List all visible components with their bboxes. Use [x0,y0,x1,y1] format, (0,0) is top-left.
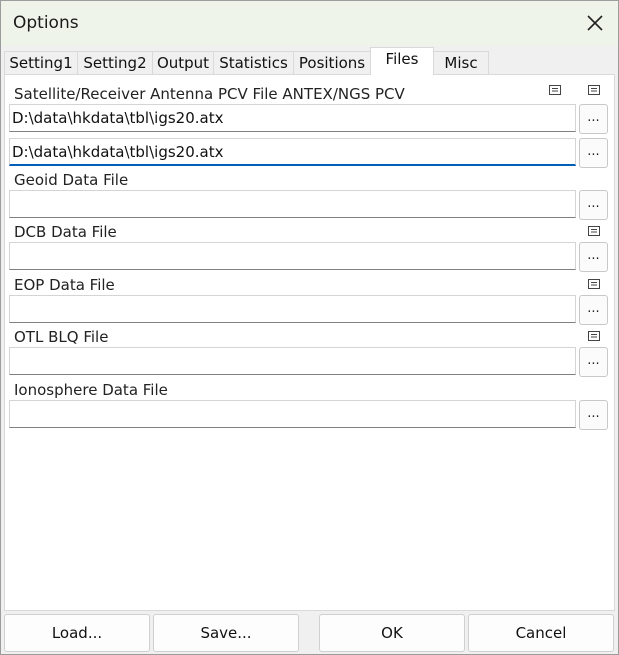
antex-satellite-browse-button[interactable]: ... [579,104,608,134]
tab-files[interactable]: Files [370,47,434,75]
eop-input[interactable] [9,295,576,323]
tab-label: Misc [444,54,478,72]
geoid-label: Geoid Data File [14,171,129,189]
otl-label: OTL BLQ File [14,328,109,346]
cancel-button[interactable]: Cancel [468,614,614,652]
tab-strip: Setting1 Setting2 Output Statistics Posi… [1,46,618,75]
antex-satellite-input[interactable]: D:\data\hkdata\tbl\igs20.atx [9,104,576,132]
tab-label: Files [385,50,419,68]
view-file-icon[interactable] [588,279,600,289]
tab-label: Setting2 [83,54,147,72]
tab-setting1[interactable]: Setting1 [4,51,78,74]
antex-receiver-input[interactable]: D:\data\hkdata\tbl\igs20.atx [9,138,576,166]
window-title: Options [13,13,79,33]
tab-label: Statistics [219,54,288,72]
geoid-browse-button[interactable]: ... [579,190,608,220]
tab-misc[interactable]: Misc [433,51,489,74]
tab-setting2[interactable]: Setting2 [77,51,153,74]
view-file-icon[interactable] [588,226,600,236]
view-file-icon[interactable] [549,85,561,95]
tab-label: Positions [298,54,366,72]
options-dialog: Options Setting1 Setting2 Output Statist… [0,0,619,655]
close-icon [587,15,603,31]
otl-browse-button[interactable]: ... [579,347,608,377]
title-bar: Options [1,1,618,46]
load-button[interactable]: Load... [4,614,150,652]
eop-browse-button[interactable]: ... [579,295,608,325]
tab-label: Output [156,54,210,72]
iono-browse-button[interactable]: ... [579,400,608,430]
otl-input[interactable] [9,347,576,375]
tab-statistics[interactable]: Statistics [213,51,294,74]
tab-positions[interactable]: Positions [293,51,371,74]
iono-label: Ionosphere Data File [14,381,168,399]
antex-label: Satellite/Receiver Antenna PCV File ANTE… [14,85,405,103]
eop-label: EOP Data File [14,276,115,294]
dcb-input[interactable] [9,242,576,270]
iono-input[interactable] [9,400,576,428]
tab-output[interactable]: Output [152,51,214,74]
view-file-icon[interactable] [588,331,600,341]
close-button[interactable] [572,1,618,46]
antex-receiver-browse-button[interactable]: ... [579,138,608,168]
dcb-browse-button[interactable]: ... [579,242,608,272]
ok-button[interactable]: OK [319,614,465,652]
tab-label: Setting1 [9,54,73,72]
dcb-label: DCB Data File [14,223,117,241]
view-file-icon[interactable] [588,85,600,95]
dialog-button-bar: Load... Save... OK Cancel [1,611,618,654]
geoid-input[interactable] [9,190,576,218]
save-button[interactable]: Save... [153,614,299,652]
